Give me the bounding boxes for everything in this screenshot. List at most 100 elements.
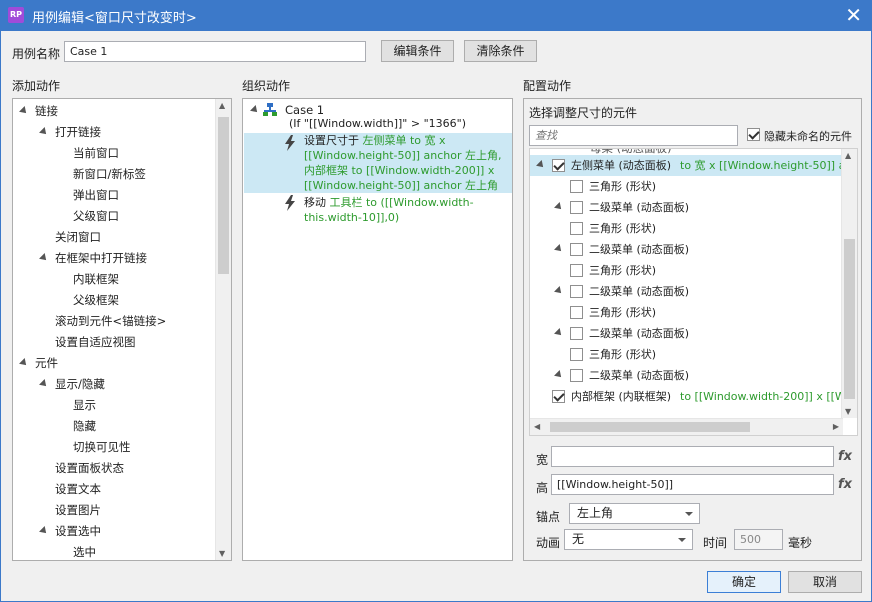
expand-triangle-icon[interactable] xyxy=(19,106,29,116)
search-input[interactable] xyxy=(529,125,738,146)
case-label[interactable]: Case 1 xyxy=(285,103,324,117)
tree-item[interactable]: 设置选中 xyxy=(55,521,101,542)
widget-list-hscroll[interactable]: ◀ ▶ xyxy=(530,418,843,435)
animation-select[interactable]: 无 xyxy=(564,529,693,550)
action-set-size[interactable]: 设置尺寸于 左侧菜单 to 宽 x [[Window.height-50]] a… xyxy=(244,133,512,193)
tree-item[interactable]: 选中 xyxy=(73,542,96,560)
time-input[interactable] xyxy=(734,529,783,550)
widget-checkbox[interactable] xyxy=(570,264,583,277)
height-input[interactable] xyxy=(551,474,834,495)
widget-checkbox[interactable] xyxy=(570,306,583,319)
tree-item[interactable]: 打开链接 xyxy=(55,122,101,143)
tree-item[interactable]: 当前窗口 xyxy=(73,143,119,164)
expand-triangle-icon[interactable] xyxy=(39,253,49,263)
ok-button[interactable]: 确定 xyxy=(707,571,781,593)
widget-checkbox[interactable] xyxy=(570,348,583,361)
expand-triangle-icon[interactable] xyxy=(250,105,260,115)
widget-checkbox[interactable] xyxy=(570,327,583,340)
widget-checkbox[interactable] xyxy=(570,180,583,193)
hide-unnamed-checkbox[interactable] xyxy=(747,128,760,141)
widget-label: 左侧菜单 (动态面板) xyxy=(571,159,672,172)
tree-item[interactable]: 关闭窗口 xyxy=(55,227,101,248)
tree-item[interactable]: 滚动到元件<锚链接> xyxy=(55,311,166,332)
close-icon[interactable]: ✕ xyxy=(845,4,862,26)
cancel-button[interactable]: 取消 xyxy=(788,571,862,593)
widget-row[interactable]: 二级菜单 (动态面板) xyxy=(530,323,843,344)
widget-row[interactable]: 三角形 (形状) xyxy=(530,176,843,197)
widget-label: 二级菜单 (动态面板) xyxy=(589,369,690,382)
scroll-thumb[interactable] xyxy=(218,117,229,274)
tree-item[interactable]: 元件 xyxy=(35,353,58,374)
widget-row[interactable]: 三角形 (形状) xyxy=(530,344,843,365)
tree-item[interactable]: 隐藏 xyxy=(73,416,96,437)
tree-item[interactable]: 设置自适应视图 xyxy=(55,332,136,353)
tree-item[interactable]: 显示/隐藏 xyxy=(55,374,105,395)
widget-checkbox[interactable] xyxy=(570,369,583,382)
action-move[interactable]: 移动 工具栏 to ([[Window.width- this.width-10… xyxy=(244,193,512,227)
widget-row[interactable]: 二级菜单 (动态面板) xyxy=(530,239,843,260)
scroll-down-icon[interactable]: ▼ xyxy=(845,407,851,416)
scroll-up-icon[interactable]: ▲ xyxy=(845,151,851,160)
anchor-select[interactable]: 左上角 xyxy=(569,503,700,524)
widget-row[interactable]: 三角形 (形状) xyxy=(530,302,843,323)
widget-row[interactable]: 二级菜单 (动态面板) xyxy=(530,365,843,386)
height-fx-button[interactable]: fx xyxy=(838,477,852,492)
tree-item[interactable]: 弹出窗口 xyxy=(73,185,119,206)
expand-triangle-icon[interactable] xyxy=(554,286,564,296)
scroll-up-icon[interactable]: ▲ xyxy=(219,101,225,110)
widget-row[interactable]: 二级菜单 (动态面板) xyxy=(530,197,843,218)
widget-checkbox[interactable] xyxy=(570,285,583,298)
tree-item[interactable]: 在框架中打开链接 xyxy=(55,248,147,269)
scroll-down-icon[interactable]: ▼ xyxy=(219,549,225,558)
widget-checkbox[interactable] xyxy=(570,201,583,214)
expand-triangle-icon[interactable] xyxy=(39,127,49,137)
ms-label: 毫秒 xyxy=(788,536,813,550)
widget-row[interactable]: 左侧菜单 (动态面板) to 宽 x [[Window.height-50]] a… xyxy=(530,155,857,176)
clear-condition-button[interactable]: 清除条件 xyxy=(464,40,537,62)
scroll-left-icon[interactable]: ◀ xyxy=(534,422,540,431)
widget-row[interactable]: 内部框架 (内联框架) to [[Window.width-200]] x [[W… xyxy=(530,386,857,407)
width-label: 宽 xyxy=(536,453,549,467)
tree-item[interactable]: 新窗口/新标签 xyxy=(73,164,146,185)
expand-triangle-icon[interactable] xyxy=(554,202,564,212)
tree-item[interactable]: 链接 xyxy=(35,101,58,122)
case-name-input[interactable] xyxy=(64,41,366,62)
expand-triangle-icon[interactable] xyxy=(554,244,564,254)
tree-item[interactable]: 设置文本 xyxy=(55,479,101,500)
tree-item[interactable]: 切换可见性 xyxy=(73,437,131,458)
expand-triangle-icon[interactable] xyxy=(554,370,564,380)
edit-condition-button[interactable]: 编辑条件 xyxy=(381,40,454,62)
expand-triangle-icon[interactable] xyxy=(536,160,546,170)
height-label: 高 xyxy=(536,481,549,495)
widget-resize-spec: to [[Window.width-200]] x [[Windov xyxy=(680,390,858,403)
tree-item[interactable]: 父级框架 xyxy=(73,290,119,311)
scroll-thumb[interactable] xyxy=(550,422,750,432)
widget-checkbox[interactable] xyxy=(570,243,583,256)
widget-checkbox[interactable] xyxy=(570,222,583,235)
tree-item[interactable]: 设置图片 xyxy=(55,500,101,521)
width-fx-button[interactable]: fx xyxy=(838,449,852,464)
width-input[interactable] xyxy=(551,446,834,467)
tree-item[interactable]: 设置面板状态 xyxy=(55,458,124,479)
expand-triangle-icon[interactable] xyxy=(554,328,564,338)
scroll-right-icon[interactable]: ▶ xyxy=(833,422,839,431)
widget-checkbox[interactable] xyxy=(552,390,565,403)
tree-item[interactable]: 显示 xyxy=(73,395,96,416)
axure-app-icon: RP xyxy=(8,7,24,23)
expand-triangle-icon[interactable] xyxy=(19,358,29,368)
tree-item[interactable]: 父级窗口 xyxy=(73,206,119,227)
animation-value: 无 xyxy=(572,532,585,546)
organize-action-panel: Case 1 (If "[[Window.width]]" > "1366") … xyxy=(242,98,513,561)
widget-row[interactable]: 三角形 (形状) xyxy=(530,260,843,281)
expand-triangle-icon[interactable] xyxy=(39,379,49,389)
add-action-scrollbar[interactable]: ▲ ▼ xyxy=(215,99,231,560)
widget-label: 三角形 (形状) xyxy=(589,306,657,319)
widget-row[interactable]: 三角形 (形状) xyxy=(530,218,843,239)
widget-row[interactable]: 二级菜单 (动态面板) xyxy=(530,281,843,302)
expand-triangle-icon[interactable] xyxy=(39,526,49,536)
tree-item[interactable]: 内联框架 xyxy=(73,269,119,290)
scroll-thumb[interactable] xyxy=(844,239,855,399)
widget-label: 二级菜单 (动态面板) xyxy=(589,285,690,298)
widget-checkbox[interactable] xyxy=(552,159,565,172)
widget-list-vscroll[interactable]: ▲ ▼ xyxy=(841,149,857,418)
